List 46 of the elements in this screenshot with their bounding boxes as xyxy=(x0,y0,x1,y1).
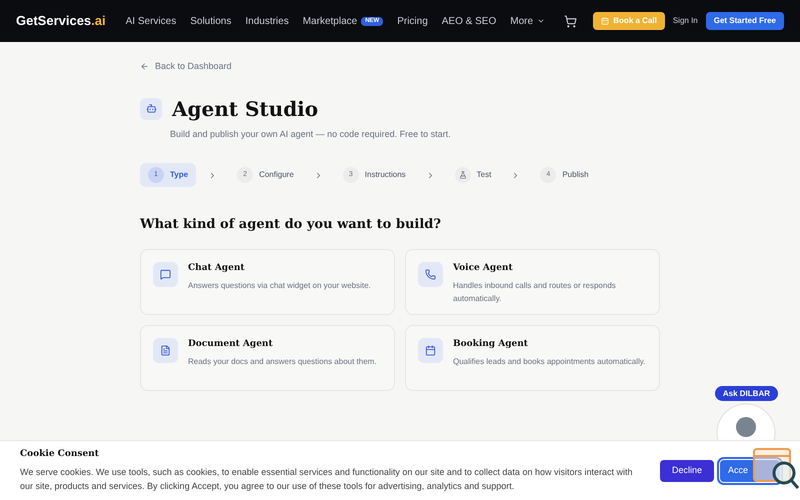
wizard-step[interactable]: Test xyxy=(446,163,500,187)
agent-title: Document Agent xyxy=(188,338,274,350)
section-heading: What kind of agent do you want to build? xyxy=(140,216,442,234)
arrow-left-icon xyxy=(140,62,149,72)
agent-type-card[interactable]: Booking Agent Qualifies leads and books appointments automatically. xyxy=(405,324,660,390)
agent-title: Booking Agent xyxy=(453,338,529,350)
agent-title: Chat Agent xyxy=(188,262,246,274)
cookie-text: We serve cookies. We use tools, such as cookies, to enable essential services and functionality on our site and to collect data on how visitors interact with our site, products and services. By clicking Accept, you agree to our use of these tools for advertising, analytics and support. xyxy=(20,466,634,494)
calendar-icon xyxy=(418,338,443,362)
nav-link[interactable]: More xyxy=(510,14,546,28)
step-label: Instructions xyxy=(364,169,406,181)
agent-description: Reads your docs and answers questions about them. xyxy=(188,356,377,368)
step-label: Test xyxy=(476,169,492,181)
phone-icon xyxy=(418,262,443,286)
chat-bubble-icon xyxy=(153,262,178,286)
step-label: Publish xyxy=(562,169,589,181)
nav-link[interactable]: AI Services xyxy=(126,14,176,28)
document-icon xyxy=(153,338,178,362)
agent-title: Voice Agent xyxy=(453,262,514,274)
agent-description: Handles inbound calls and routes or responds automatically. xyxy=(453,280,617,305)
decline-button[interactable]: Decline xyxy=(660,460,714,482)
cart-icon[interactable] xyxy=(564,14,578,28)
sign-in-link[interactable]: Sign In xyxy=(672,15,698,27)
accept-button[interactable]: Acce xyxy=(720,460,780,482)
logo[interactable]: GetServices.ai xyxy=(16,11,106,31)
nav-link[interactable]: Solutions xyxy=(190,14,232,28)
magnifier-window-icon[interactable] xyxy=(752,446,800,490)
calendar-icon xyxy=(601,17,610,25)
get-started-button[interactable]: Get Started Free xyxy=(706,12,784,30)
agent-type-card[interactable]: Chat Agent Answers questions via chat widget on your website. xyxy=(140,248,395,314)
step-label: Type xyxy=(170,169,188,181)
agent-type-card[interactable]: Voice Agent Handles inbound calls and routes or responds automatically. xyxy=(405,248,660,314)
page-title: Agent Studio xyxy=(172,96,318,122)
nav-link[interactable]: Industries xyxy=(245,14,289,28)
cookie-title: Cookie Consent xyxy=(20,448,100,461)
agent-description: Qualifies leads and books appointments automatically. xyxy=(453,356,646,368)
assistant-button[interactable]: Ask DILBAR xyxy=(714,386,778,401)
nav-link[interactable]: Pricing xyxy=(397,14,428,28)
agent-type-card[interactable]: Document Agent Reads your docs and answers questions about them. xyxy=(140,324,395,390)
flask-icon xyxy=(454,167,471,183)
back-link[interactable]: Back to Dashboard xyxy=(140,60,660,74)
agent-description: Answers questions via chat widget on your website. xyxy=(188,280,371,292)
robot-icon xyxy=(140,98,162,120)
step-label: Configure xyxy=(259,169,294,181)
nav-link[interactable]: AEO & SEO xyxy=(442,14,496,28)
page-subtitle: Build and publish your own AI agent — no code required. Free to start. xyxy=(170,128,452,141)
